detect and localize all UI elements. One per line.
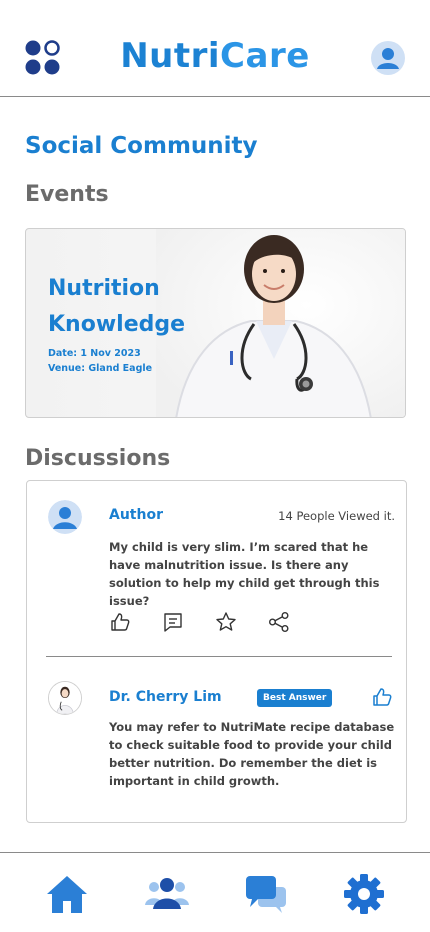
event-venue: Venue: Gland Eagle — [48, 363, 153, 374]
post-actions — [109, 611, 299, 635]
answer-author[interactable]: Dr. Cherry Lim — [109, 689, 222, 705]
app-header: NutriCare — [0, 0, 430, 97]
like-icon[interactable] — [109, 611, 131, 633]
home-icon[interactable] — [44, 873, 90, 915]
star-icon[interactable] — [215, 611, 237, 633]
share-icon[interactable] — [268, 611, 290, 633]
brand-part-care: Care — [220, 36, 310, 76]
answer-like-icon[interactable] — [371, 686, 393, 708]
best-answer-badge: Best Answer — [257, 689, 333, 707]
post-text: My child is very slim. I’m scared that h… — [109, 540, 380, 608]
post-author[interactable]: Author — [109, 507, 163, 523]
brand-part-nutri: Nutri — [120, 36, 221, 76]
page-title: Social Community — [25, 133, 258, 159]
view-count: 14 People Viewed it. — [278, 509, 395, 523]
comment-icon[interactable] — [162, 611, 184, 633]
author-avatar-icon — [48, 500, 82, 534]
bottom-nav — [0, 852, 430, 932]
answer-text: You may refer to NutriMate recipe databa… — [109, 720, 395, 788]
event-card[interactable]: Nutrition Knowledge Date: 1 Nov 2023 Ven… — [25, 228, 406, 418]
discussions-heading: Discussions — [25, 446, 171, 471]
settings-icon[interactable] — [341, 873, 387, 915]
app-title: NutriCare — [0, 36, 430, 76]
doctor-avatar — [48, 681, 82, 715]
user-profile-icon[interactable] — [371, 41, 405, 75]
divider — [46, 656, 392, 657]
community-icon[interactable] — [144, 873, 190, 915]
discussion-card: Author 14 People Viewed it. My child is … — [26, 480, 407, 823]
event-date: Date: 1 Nov 2023 — [48, 348, 141, 359]
events-heading: Events — [25, 182, 109, 207]
event-title: Nutrition Knowledge — [48, 276, 186, 337]
chat-icon[interactable] — [244, 873, 290, 915]
